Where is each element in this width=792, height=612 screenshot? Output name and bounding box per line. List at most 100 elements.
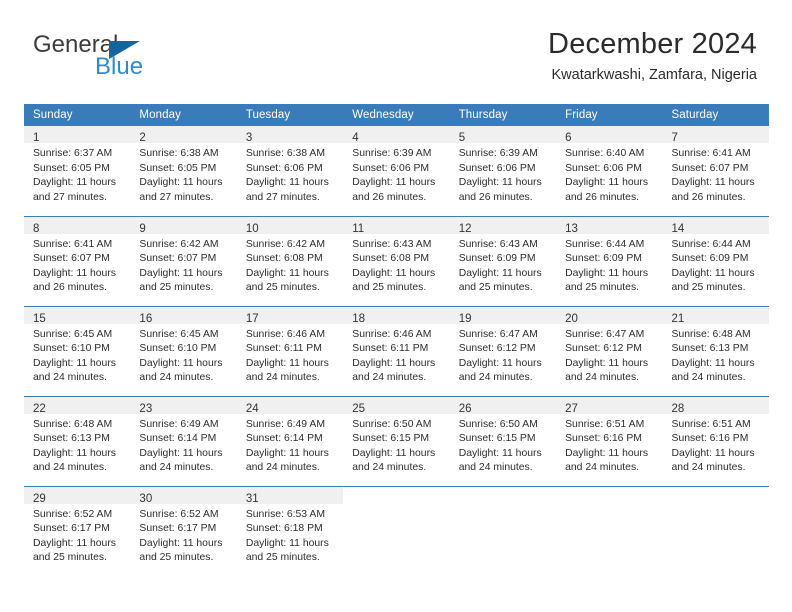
calendar-day-cell[interactable]: 15 Sunrise: 6:45 AM Sunset: 6:10 PM Dayligh…	[24, 305, 131, 396]
calendar-day-cell[interactable]: 16 Sunrise: 6:45 AM Sunset: 6:10 PM Dayligh…	[130, 305, 237, 396]
calendar-day-cell[interactable]: 7 Sunrise: 6:41 AM Sunset: 6:07 PM Daylight…	[662, 126, 769, 216]
daylight-text-line1: Daylight: 11 hours	[139, 357, 223, 369]
calendar-day-cell[interactable]: 21 Sunrise: 6:48 AM Sunset: 6:13 PM Dayligh…	[662, 305, 769, 396]
sunset-text: Sunset: 6:13 PM	[33, 433, 110, 445]
daylight-text-line1: Daylight: 11 hours	[458, 447, 542, 459]
sunset-text: Sunset: 6:15 PM	[458, 433, 536, 445]
day-details: Sunrise: 6:45 AM Sunset: 6:10 PM Daylight:…	[24, 324, 130, 386]
sunset-text: Sunset: 6:05 PM	[139, 162, 217, 174]
calendar-day-cell-empty	[343, 485, 450, 576]
calendar-day-cell[interactable]: 27 Sunrise: 6:51 AM Sunset: 6:16 PM Dayligh…	[556, 395, 663, 486]
calendar-page: General Blue December 2024 Kwatarkwashi,…	[0, 0, 792, 612]
daylight-text-line2: and 25 minutes.	[565, 282, 640, 294]
calendar-day-cell[interactable]: 14 Sunrise: 6:44 AM Sunset: 6:09 PM Dayligh…	[662, 215, 769, 306]
day-details: Sunrise: 6:46 AM Sunset: 6:11 PM Daylight:…	[343, 324, 449, 386]
daylight-text-line1: Daylight: 11 hours	[458, 177, 542, 189]
sunset-text: Sunset: 6:06 PM	[565, 162, 642, 174]
day-details: Sunrise: 6:49 AM Sunset: 6:14 PM Daylight:…	[130, 414, 236, 476]
day-number: 4	[352, 132, 359, 144]
day-details: Sunrise: 6:44 AM Sunset: 6:09 PM Daylight:…	[556, 234, 662, 296]
calendar-day-cell[interactable]: 28 Sunrise: 6:51 AM Sunset: 6:16 PM Dayligh…	[662, 395, 769, 486]
day-number-band: 5	[449, 126, 557, 144]
sunset-text: Sunset: 6:11 PM	[352, 343, 429, 355]
daylight-text-line1: Daylight: 11 hours	[565, 267, 649, 279]
calendar-day-cell[interactable]: 29 Sunrise: 6:52 AM Sunset: 6:17 PM Dayligh…	[24, 485, 131, 576]
calendar-day-cell[interactable]: 19 Sunrise: 6:47 AM Sunset: 6:12 PM Dayligh…	[449, 305, 557, 396]
calendar-header-row: Sunday Monday Tuesday Wednesday Thursday…	[24, 104, 769, 126]
calendar-day-cell[interactable]: 23 Sunrise: 6:49 AM Sunset: 6:14 PM Dayligh…	[130, 395, 237, 486]
calendar-day-cell[interactable]: 24 Sunrise: 6:49 AM Sunset: 6:14 PM Dayligh…	[236, 395, 344, 486]
weekday-header-wednesday: Wednesday	[343, 104, 450, 126]
calendar-day-cell[interactable]: 8 Sunrise: 6:41 AM Sunset: 6:07 PM Daylight…	[24, 215, 131, 306]
day-number-band: 3	[236, 126, 344, 144]
daylight-text-line2: and 24 minutes.	[245, 462, 320, 474]
calendar-day-cell[interactable]: 9 Sunrise: 6:42 AM Sunset: 6:07 PM Daylight…	[130, 215, 237, 306]
calendar-day-cell[interactable]: 25 Sunrise: 6:50 AM Sunset: 6:15 PM Dayligh…	[343, 395, 450, 486]
sunset-text: Sunset: 6:07 PM	[33, 253, 110, 265]
sunset-text: Sunset: 6:05 PM	[33, 162, 110, 174]
day-number: 29	[33, 492, 46, 505]
sunset-text: Sunset: 6:09 PM	[565, 253, 642, 265]
day-number: 19	[458, 312, 472, 325]
daylight-text-line2: and 24 minutes.	[139, 372, 214, 384]
calendar-grid: Sunday Monday Tuesday Wednesday Thursday…	[24, 104, 769, 576]
calendar-day-cell[interactable]: 6 Sunrise: 6:40 AM Sunset: 6:06 PM Daylight…	[556, 126, 663, 216]
day-number-band	[662, 486, 769, 504]
calendar-day-cell[interactable]: 13 Sunrise: 6:44 AM Sunset: 6:09 PM Dayligh…	[556, 215, 663, 306]
day-number-band: 14	[662, 216, 769, 235]
daylight-text-line2: and 25 minutes.	[458, 282, 533, 294]
daylight-text-line1: Daylight: 11 hours	[33, 177, 116, 189]
day-number: 2	[139, 132, 146, 144]
title-block: December 2024 Kwatarkwashi, Zamfara, Nig…	[548, 26, 757, 86]
sunset-text: Sunset: 6:12 PM	[458, 343, 536, 355]
calendar-day-cell[interactable]: 20 Sunrise: 6:47 AM Sunset: 6:12 PM Dayligh…	[556, 305, 663, 396]
calendar-day-cell[interactable]: 2 Sunrise: 6:38 AM Sunset: 6:05 PM Daylight…	[130, 126, 237, 216]
calendar-day-cell[interactable]: 26 Sunrise: 6:50 AM Sunset: 6:15 PM Dayligh…	[449, 395, 557, 486]
calendar-day-cell[interactable]: 3 Sunrise: 6:38 AM Sunset: 6:06 PM Daylight…	[236, 126, 344, 216]
sunrise-text: Sunrise: 6:45 AM	[33, 328, 113, 340]
day-number: 18	[352, 312, 366, 325]
calendar-day-cell[interactable]: 18 Sunrise: 6:46 AM Sunset: 6:11 PM Dayligh…	[343, 305, 450, 396]
calendar-table: Sunday Monday Tuesday Wednesday Thursday…	[24, 104, 769, 576]
calendar-day-cell[interactable]: 17 Sunrise: 6:46 AM Sunset: 6:11 PM Dayligh…	[236, 305, 344, 396]
sunrise-text: Sunrise: 6:53 AM	[245, 508, 325, 520]
day-details: Sunrise: 6:41 AM Sunset: 6:07 PM Daylight:…	[663, 143, 769, 205]
calendar-day-cell-empty	[449, 485, 557, 576]
day-details: Sunrise: 6:47 AM Sunset: 6:12 PM Daylight:…	[556, 324, 662, 386]
sunset-text: Sunset: 6:09 PM	[671, 253, 749, 265]
calendar-day-cell[interactable]: 22 Sunrise: 6:48 AM Sunset: 6:13 PM Dayligh…	[24, 395, 131, 486]
day-number: 21	[671, 312, 685, 325]
daylight-text-line1: Daylight: 11 hours	[245, 537, 329, 549]
daylight-text-line2: and 24 minutes.	[245, 372, 320, 384]
day-number-band: 18	[343, 306, 450, 325]
calendar-day-cell[interactable]: 5 Sunrise: 6:39 AM Sunset: 6:06 PM Daylight…	[449, 126, 557, 216]
day-details: Sunrise: 6:43 AM Sunset: 6:08 PM Daylight:…	[343, 234, 449, 296]
sunrise-text: Sunrise: 6:50 AM	[458, 418, 538, 430]
day-number: 28	[671, 402, 685, 415]
page-header: General Blue December 2024 Kwatarkwashi,…	[0, 0, 792, 100]
sunset-text: Sunset: 6:07 PM	[139, 253, 217, 265]
daylight-text-line2: and 25 minutes.	[139, 282, 214, 294]
sunrise-text: Sunrise: 6:52 AM	[139, 508, 219, 520]
weekday-header-friday: Friday	[556, 104, 663, 126]
sunrise-text: Sunrise: 6:37 AM	[33, 148, 113, 159]
calendar-day-cell[interactable]: 10 Sunrise: 6:42 AM Sunset: 6:08 PM Dayligh…	[236, 215, 344, 306]
daylight-text-line2: and 25 minutes.	[352, 282, 427, 294]
day-details: Sunrise: 6:49 AM Sunset: 6:14 PM Daylight:…	[237, 414, 343, 476]
sunset-text: Sunset: 6:17 PM	[139, 523, 217, 535]
sunrise-text: Sunrise: 6:40 AM	[565, 148, 645, 159]
sunrise-text: Sunrise: 6:49 AM	[245, 418, 325, 430]
day-number-band: 24	[236, 396, 344, 415]
daylight-text-line1: Daylight: 11 hours	[245, 267, 329, 279]
calendar-day-cell[interactable]: 30 Sunrise: 6:52 AM Sunset: 6:17 PM Dayligh…	[130, 485, 237, 576]
day-number-band: 7	[662, 126, 769, 144]
calendar-day-cell[interactable]: 12 Sunrise: 6:43 AM Sunset: 6:09 PM Dayligh…	[449, 215, 557, 306]
day-number-band: 1	[24, 126, 131, 144]
calendar-day-cell[interactable]: 4 Sunrise: 6:39 AM Sunset: 6:06 PM Daylight…	[343, 126, 450, 216]
sunrise-text: Sunrise: 6:43 AM	[458, 238, 538, 250]
calendar-day-cell[interactable]: 11 Sunrise: 6:43 AM Sunset: 6:08 PM Dayligh…	[343, 215, 450, 306]
calendar-day-cell[interactable]: 1 Sunrise: 6:37 AM Sunset: 6:05 PM Daylight…	[24, 126, 131, 216]
day-number: 3	[245, 132, 253, 144]
daylight-text-line1: Daylight: 11 hours	[33, 267, 116, 279]
calendar-day-cell[interactable]: 31 Sunrise: 6:53 AM Sunset: 6:18 PM Dayligh…	[236, 485, 344, 576]
